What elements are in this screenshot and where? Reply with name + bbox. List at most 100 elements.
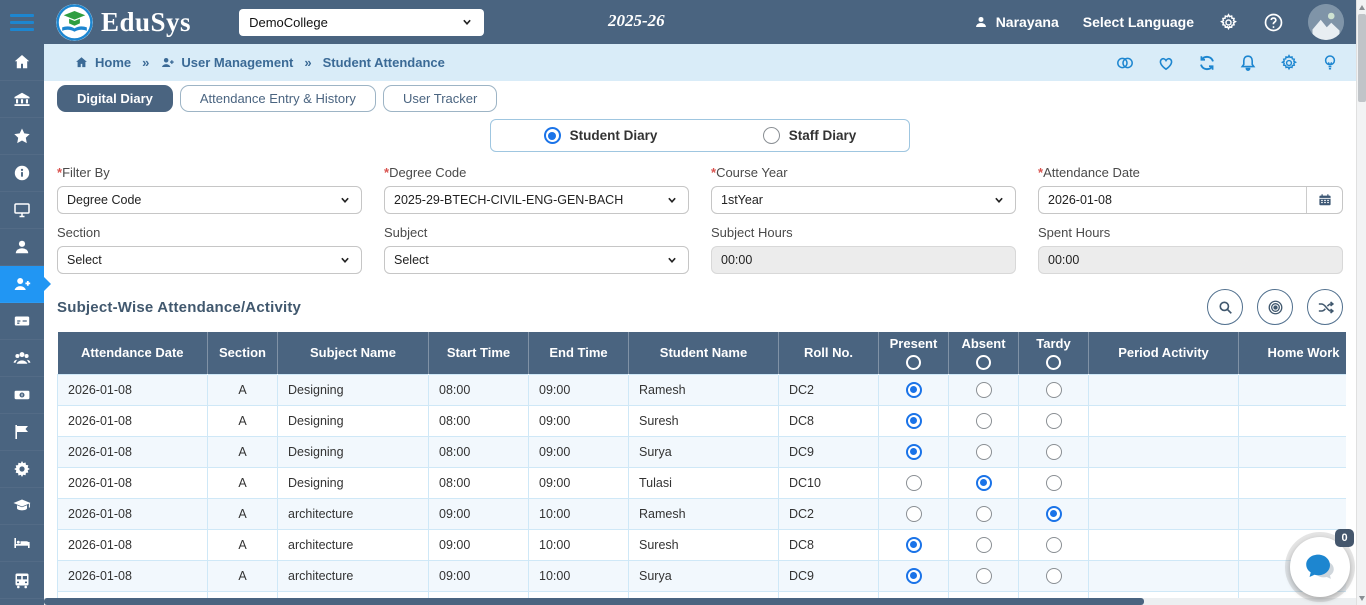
home-work-cell[interactable]	[1239, 374, 1347, 405]
select-language-button[interactable]: Select Language	[1083, 14, 1194, 30]
breadcrumb-item[interactable]: User Management	[160, 55, 293, 70]
tab-attendance-entry-history[interactable]: Attendance Entry & History	[180, 85, 376, 112]
absent-radio[interactable]	[976, 444, 992, 460]
scroll-up-arrow[interactable]	[1357, 1, 1366, 13]
filter-by-select[interactable]: Degree Code	[57, 186, 362, 214]
absent-cell	[949, 467, 1019, 498]
period-activity-cell[interactable]	[1089, 498, 1239, 529]
settings-icon[interactable]	[1218, 12, 1239, 33]
absent-radio[interactable]	[976, 413, 992, 429]
roll-no-cell: DC9	[779, 436, 879, 467]
present-radio[interactable]	[906, 506, 922, 522]
present-radio[interactable]	[906, 475, 922, 491]
home-work-cell[interactable]	[1239, 436, 1347, 467]
select-all-tardy-radio[interactable]	[1046, 355, 1061, 370]
scroll-down-arrow[interactable]	[1357, 592, 1366, 604]
sidebar-item-user[interactable]	[0, 229, 44, 266]
avatar[interactable]	[1308, 4, 1344, 40]
sidebar-item-money[interactable]	[0, 377, 44, 414]
absent-radio[interactable]	[976, 537, 992, 553]
absent-radio[interactable]	[976, 382, 992, 398]
horizontal-scrollbar[interactable]	[44, 598, 1356, 605]
lightbulb-icon[interactable]	[1320, 53, 1340, 73]
bell-icon[interactable]	[1238, 53, 1258, 73]
sidebar-item-home[interactable]	[0, 44, 44, 81]
radio-button[interactable]	[544, 127, 561, 144]
refresh-icon[interactable]	[1197, 53, 1217, 73]
college-select[interactable]: DemoCollege	[239, 9, 484, 36]
table-row: 2026-01-08Aarchitecture09:0010:00SuryaDC…	[58, 560, 1347, 591]
select-all-present-radio[interactable]	[906, 355, 921, 370]
attendance-table: Attendance DateSectionSubject NameStart …	[57, 332, 1346, 605]
sidebar-item-id-card[interactable]	[0, 303, 44, 340]
course-year-select[interactable]: 1stYear	[711, 186, 1016, 214]
sidebar-item-bed[interactable]	[0, 525, 44, 562]
subject-select[interactable]: Select	[384, 246, 689, 274]
sidebar-item-monitor[interactable]	[0, 192, 44, 229]
sidebar-item-flag[interactable]	[0, 414, 44, 451]
radio-button[interactable]	[763, 127, 780, 144]
tardy-cell	[1019, 467, 1089, 498]
radio-staff-diary[interactable]: Staff Diary	[763, 127, 857, 144]
radio-student-diary[interactable]: Student Diary	[544, 127, 658, 144]
present-radio[interactable]	[906, 568, 922, 584]
sidebar-item-bus[interactable]	[0, 562, 44, 599]
section-select[interactable]: Select	[57, 246, 362, 274]
period-activity-cell[interactable]	[1089, 374, 1239, 405]
absent-cell	[949, 498, 1019, 529]
tab-user-tracker[interactable]: User Tracker	[383, 85, 497, 112]
tardy-radio[interactable]	[1046, 475, 1062, 491]
present-radio[interactable]	[906, 382, 922, 398]
target-button[interactable]	[1257, 289, 1293, 325]
sidebar-item-gear[interactable]	[0, 451, 44, 488]
tardy-radio[interactable]	[1046, 537, 1062, 553]
horizontal-scrollbar-thumb[interactable]	[44, 598, 1144, 605]
breadcrumb-item[interactable]: Home	[74, 55, 131, 70]
chat-widget-button[interactable]: 0	[1290, 537, 1350, 597]
shuffle-button[interactable]	[1307, 289, 1343, 325]
gear-icon	[12, 459, 32, 479]
sidebar-item-star[interactable]	[0, 118, 44, 155]
settings-icon[interactable]	[1279, 53, 1299, 73]
calendar-icon[interactable]	[1306, 187, 1342, 213]
absent-radio[interactable]	[976, 506, 992, 522]
absent-radio[interactable]	[976, 475, 992, 491]
period-activity-cell[interactable]	[1089, 560, 1239, 591]
toggle-icon[interactable]	[1115, 53, 1135, 73]
tab-digital-diary[interactable]: Digital Diary	[57, 85, 173, 112]
period-activity-cell[interactable]	[1089, 405, 1239, 436]
attendance-date-input[interactable]: 2026-01-08	[1038, 186, 1343, 214]
present-radio[interactable]	[906, 413, 922, 429]
tardy-radio[interactable]	[1046, 413, 1062, 429]
heart-icon[interactable]	[1156, 53, 1176, 73]
period-activity-cell[interactable]	[1089, 529, 1239, 560]
home-work-cell[interactable]	[1239, 405, 1347, 436]
hamburger-menu-icon[interactable]	[0, 0, 44, 44]
sidebar-item-institution[interactable]	[0, 81, 44, 118]
filters-form: Filter By Degree Code Degree Code 2025-2…	[57, 165, 1343, 274]
absent-radio[interactable]	[976, 568, 992, 584]
vertical-scrollbar[interactable]	[1356, 0, 1366, 605]
sidebar-item-sitemap[interactable]	[0, 599, 44, 605]
home-work-cell[interactable]	[1239, 467, 1347, 498]
info-icon	[12, 163, 32, 183]
search-button[interactable]	[1207, 289, 1243, 325]
sidebar-item-graduation-cap[interactable]	[0, 488, 44, 525]
tardy-radio[interactable]	[1046, 568, 1062, 584]
sidebar-item-user-plus[interactable]	[0, 266, 44, 303]
user-menu[interactable]: Narayana	[973, 14, 1059, 30]
present-radio[interactable]	[906, 537, 922, 553]
tardy-radio[interactable]	[1046, 506, 1062, 522]
home-work-cell[interactable]	[1239, 498, 1347, 529]
tardy-radio[interactable]	[1046, 382, 1062, 398]
degree-code-select[interactable]: 2025-29-BTECH-CIVIL-ENG-GEN-BACH	[384, 186, 689, 214]
period-activity-cell[interactable]	[1089, 436, 1239, 467]
present-radio[interactable]	[906, 444, 922, 460]
sidebar-item-users[interactable]	[0, 340, 44, 377]
sidebar-item-info[interactable]	[0, 155, 44, 192]
help-icon[interactable]	[1263, 12, 1284, 33]
period-activity-cell[interactable]	[1089, 467, 1239, 498]
vertical-scrollbar-thumb[interactable]	[1358, 14, 1366, 102]
tardy-radio[interactable]	[1046, 444, 1062, 460]
select-all-absent-radio[interactable]	[976, 355, 991, 370]
